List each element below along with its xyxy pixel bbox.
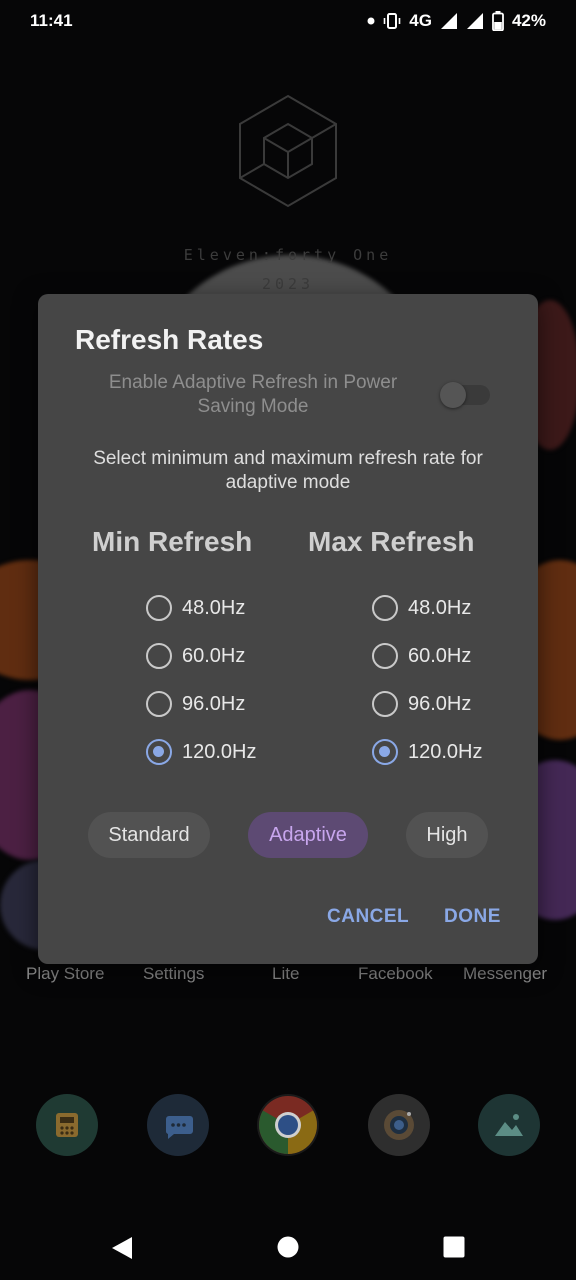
radio-button[interactable] <box>146 691 172 717</box>
app-label[interactable]: Play Store <box>26 964 104 984</box>
app-label[interactable]: Facebook <box>358 964 433 984</box>
radio-label: 48.0Hz <box>182 596 246 619</box>
min-option-60hz[interactable]: 60.0Hz <box>146 639 245 673</box>
radio-label: 96.0Hz <box>182 692 246 715</box>
radio-button[interactable] <box>372 595 398 621</box>
back-button[interactable] <box>110 1236 134 1260</box>
radio-button[interactable] <box>146 643 172 669</box>
home-app-labels: Play Store Settings Lite Facebook Messen… <box>0 964 576 988</box>
max-option-96hz[interactable]: 96.0Hz <box>372 687 471 721</box>
home-button[interactable] <box>277 1236 299 1258</box>
app-label[interactable]: Settings <box>143 964 204 984</box>
radio-label: 96.0Hz <box>408 692 472 715</box>
mode-chip-standard[interactable]: Standard <box>88 812 210 858</box>
radio-button[interactable] <box>372 643 398 669</box>
app-label[interactable]: Messenger <box>463 964 547 984</box>
radio-label: 48.0Hz <box>408 596 472 619</box>
radio-label: 60.0Hz <box>182 644 246 667</box>
status-time: 11:41 <box>30 11 73 30</box>
adaptive-power-saving-toggle[interactable] <box>440 382 490 408</box>
chrome-icon[interactable] <box>257 1094 319 1156</box>
status-icons: 4G 42% <box>367 11 546 31</box>
radio-label: 120.0Hz <box>182 740 257 763</box>
mode-chip-adaptive[interactable]: Adaptive <box>248 812 368 858</box>
max-option-48hz[interactable]: 48.0Hz <box>372 591 471 625</box>
radio-button-checked[interactable] <box>146 739 172 765</box>
min-option-120hz[interactable]: 120.0Hz <box>146 735 257 769</box>
mode-chip-high[interactable]: High <box>406 812 488 858</box>
navigation-bar <box>0 1222 576 1274</box>
network-type: 4G <box>409 11 432 30</box>
radio-label: 120.0Hz <box>408 740 483 763</box>
recents-button[interactable] <box>443 1236 465 1258</box>
dialog-title: Refresh Rates <box>75 324 264 355</box>
vibrate-icon <box>383 13 401 29</box>
adaptive-power-saving-label: Enable Adaptive Refresh in Power Saving … <box>108 372 398 417</box>
messages-icon[interactable] <box>147 1094 209 1156</box>
toggle-knob <box>440 382 466 408</box>
dock <box>0 1094 576 1156</box>
max-option-60hz[interactable]: 60.0Hz <box>372 639 471 673</box>
radio-button-checked[interactable] <box>372 739 398 765</box>
notification-dot-icon <box>367 17 375 25</box>
refresh-rates-dialog: Refresh Rates Enable Adaptive Refresh in… <box>38 294 538 964</box>
app-label[interactable]: Lite <box>272 964 299 984</box>
signal-icon <box>440 13 457 29</box>
radio-label: 60.0Hz <box>408 644 472 667</box>
recents-icon <box>443 1236 465 1258</box>
min-option-48hz[interactable]: 48.0Hz <box>146 591 245 625</box>
cancel-button[interactable]: CANCEL <box>327 906 409 928</box>
min-refresh-heading: Min Refresh <box>92 526 253 557</box>
home-icon <box>277 1236 299 1258</box>
battery-icon <box>492 11 504 31</box>
camera-icon[interactable] <box>368 1094 430 1156</box>
signal-icon <box>466 13 483 29</box>
back-icon <box>112 1237 132 1259</box>
phone-icon[interactable] <box>36 1094 98 1156</box>
max-option-120hz[interactable]: 120.0Hz <box>372 735 483 769</box>
radio-button[interactable] <box>146 595 172 621</box>
dialog-description: Select minimum and maximum refresh rate … <box>93 448 483 493</box>
battery-percent: 42% <box>511 11 546 30</box>
done-button[interactable]: DONE <box>444 906 501 928</box>
min-option-96hz[interactable]: 96.0Hz <box>146 687 245 721</box>
gallery-icon[interactable] <box>478 1094 540 1156</box>
status-bar: 11:41 4G 42% <box>0 0 576 42</box>
max-refresh-heading: Max Refresh <box>308 526 475 557</box>
radio-button[interactable] <box>372 691 398 717</box>
